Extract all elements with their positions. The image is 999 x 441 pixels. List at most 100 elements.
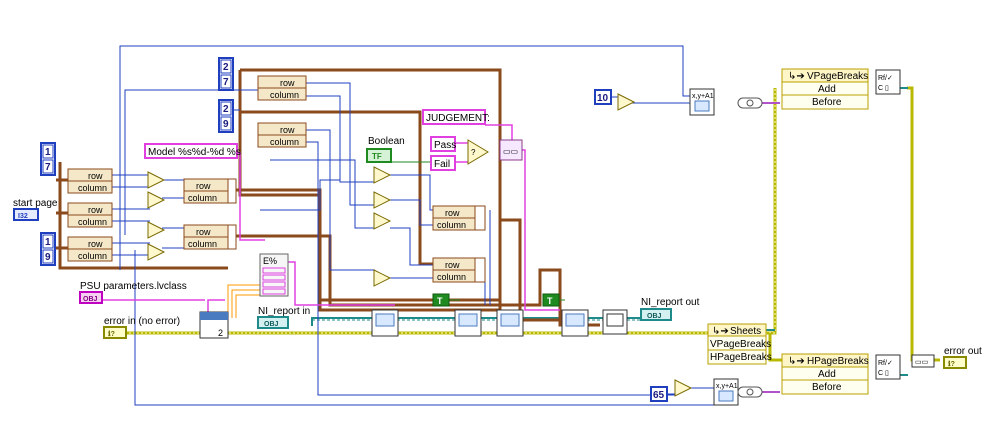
svg-text:row: row (280, 125, 295, 135)
svg-text:2: 2 (223, 62, 229, 73)
boolean-control[interactable]: Boolean TF (366, 136, 405, 163)
add-node-8[interactable] (373, 269, 392, 287)
svg-text:VPageBreaks: VPageBreaks (807, 71, 868, 82)
svg-text:Model %s%d-%d %s: Model %s%d-%d %s (148, 147, 241, 158)
svg-text:error out: error out (944, 346, 982, 357)
svg-text:error in (no error): error in (no error) (104, 316, 180, 327)
svg-text:VPageBreaks: VPageBreaks (710, 339, 771, 350)
add-node-9[interactable] (617, 93, 636, 111)
svg-text:column: column (437, 272, 466, 282)
judgement-string-constant[interactable]: JUDGEMENT: (422, 109, 490, 125)
subvi-report-1[interactable] (371, 309, 399, 337)
unbundle-cluster-3[interactable]: row column (67, 236, 113, 262)
add-node-1[interactable] (147, 171, 166, 189)
svg-text:OBJ: OBJ (83, 296, 98, 303)
svg-text:row: row (196, 181, 211, 191)
add-node-4[interactable] (147, 243, 166, 261)
close-reference-1[interactable]: Rf/✓ C ▯ (875, 69, 901, 95)
add-node-6[interactable] (373, 191, 392, 209)
diagram-canvas: 1 7 1 9 2 7 2 9 10 65 Model %s%d-%d %s J… (13, 45, 982, 406)
error-in-control[interactable]: error in (no error) ℹ? (103, 316, 180, 339)
svg-text:Add: Add (818, 369, 836, 380)
unbundle-cluster-5[interactable]: row column (257, 122, 307, 148)
svg-text:NI_report out: NI_report out (641, 297, 700, 308)
array-constant-2-7[interactable]: 2 7 (218, 57, 234, 91)
hpagebreaks-invoke-node[interactable]: ↳➔ HPageBreaks Add Before (781, 353, 869, 395)
svg-text:column: column (188, 193, 217, 203)
array-constant-1-7[interactable]: 1 7 (40, 142, 56, 176)
fail-string-constant[interactable]: Fail (430, 155, 456, 171)
svg-text:ℹ?: ℹ? (108, 330, 115, 338)
add-node-2[interactable] (147, 191, 166, 209)
svg-text:↳➔: ↳➔ (712, 326, 729, 337)
svg-text:7: 7 (223, 77, 229, 88)
unbundle-cluster-1[interactable]: row column (67, 168, 113, 194)
format-into-string-node[interactable]: E% (259, 253, 289, 297)
bundle-cluster-3[interactable]: row column (432, 205, 486, 231)
svg-text:row: row (445, 260, 460, 270)
close-reference-2[interactable]: Rf/✓ C ▯ (875, 354, 901, 380)
unbundle-cluster-4[interactable]: row column (257, 75, 307, 101)
svg-text:start page: start page (13, 198, 58, 209)
start-page-control[interactable]: start page I32 (13, 198, 58, 221)
svg-text:9: 9 (45, 252, 51, 263)
numeric-constant-65[interactable]: 65 (650, 386, 668, 402)
svg-text:ℹ?: ℹ? (948, 360, 955, 368)
to-variant-1[interactable] (737, 97, 763, 109)
to-variant-2[interactable] (737, 386, 763, 398)
svg-text:1: 1 (45, 237, 51, 248)
subvi-report-4[interactable] (561, 309, 589, 337)
true-constant-2[interactable]: T (542, 293, 560, 307)
true-constant-1[interactable]: T (432, 293, 450, 307)
svg-text:OBJ: OBJ (647, 313, 662, 320)
svg-text:1: 1 (45, 147, 51, 158)
subvi-cell-ref-2[interactable]: x,y+A1 (713, 378, 739, 406)
bundle-cluster-4[interactable]: row column (432, 257, 486, 283)
add-node-3[interactable] (147, 221, 166, 239)
svg-text:column: column (270, 137, 299, 147)
array-constant-2-9[interactable]: 2 9 (218, 99, 234, 133)
svg-text:TF: TF (372, 152, 382, 161)
subvi-report-2[interactable] (454, 309, 482, 337)
svg-text:C ▯: C ▯ (878, 85, 889, 92)
svg-text:x,y+A1: x,y+A1 (716, 383, 738, 390)
unbundle-cluster-2[interactable]: row column (67, 202, 113, 228)
add-node-10[interactable] (674, 379, 693, 397)
bundle-cluster-1[interactable]: row column (183, 178, 237, 204)
svg-text:Rf/✓: Rf/✓ (878, 360, 893, 367)
svg-text:PSU parameters.lvclass: PSU parameters.lvclass (80, 281, 187, 292)
bundle-cluster-2[interactable]: row column (183, 224, 237, 250)
svg-text:HPageBreaks: HPageBreaks (710, 352, 772, 363)
svg-text:row: row (88, 171, 103, 181)
format-string-constant[interactable]: Model %s%d-%d %s (144, 143, 241, 159)
numeric-constant-10[interactable]: 10 (594, 89, 612, 105)
array-constant-1-9[interactable]: 1 9 (40, 232, 56, 266)
pass-string-constant[interactable]: Pass (430, 136, 456, 152)
sheets-property-node[interactable]: ↳➔ Sheets VPageBreaks HPageBreaks (707, 323, 772, 365)
svg-text:column: column (437, 220, 466, 230)
class-unbundle-node[interactable]: 2 (199, 311, 229, 339)
svg-text:I32: I32 (18, 213, 28, 220)
svg-text:JUDGEMENT:: JUDGEMENT: (426, 113, 490, 124)
add-node-7[interactable] (373, 212, 392, 230)
svg-text:row: row (280, 78, 295, 88)
vpagebreaks-invoke-node[interactable]: ↳➔ VPageBreaks Add Before (781, 68, 869, 110)
svg-text:Before: Before (812, 97, 842, 108)
svg-text:?: ? (471, 148, 476, 157)
svg-text:2: 2 (218, 328, 223, 338)
ni-report-in-control[interactable]: NI_report in OBJ (257, 306, 310, 329)
svg-text:E%: E% (263, 256, 277, 266)
svg-text:HPageBreaks: HPageBreaks (807, 356, 869, 367)
svg-text:Sheets: Sheets (730, 326, 761, 337)
svg-text:row: row (88, 239, 103, 249)
subvi-cell-ref-1[interactable]: x,y+A1 (689, 88, 715, 116)
svg-text:▭▭: ▭▭ (915, 359, 928, 366)
subvi-report-3[interactable] (496, 309, 524, 337)
select-node[interactable]: ? (467, 139, 489, 165)
svg-text:column: column (188, 239, 217, 249)
merge-errors-node[interactable]: ▭▭ (911, 354, 935, 368)
concatenate-node[interactable]: ▭▭ (499, 139, 523, 161)
svg-text:Boolean: Boolean (368, 136, 405, 147)
add-node-5[interactable] (373, 166, 392, 184)
subvi-report-5[interactable] (602, 309, 628, 335)
